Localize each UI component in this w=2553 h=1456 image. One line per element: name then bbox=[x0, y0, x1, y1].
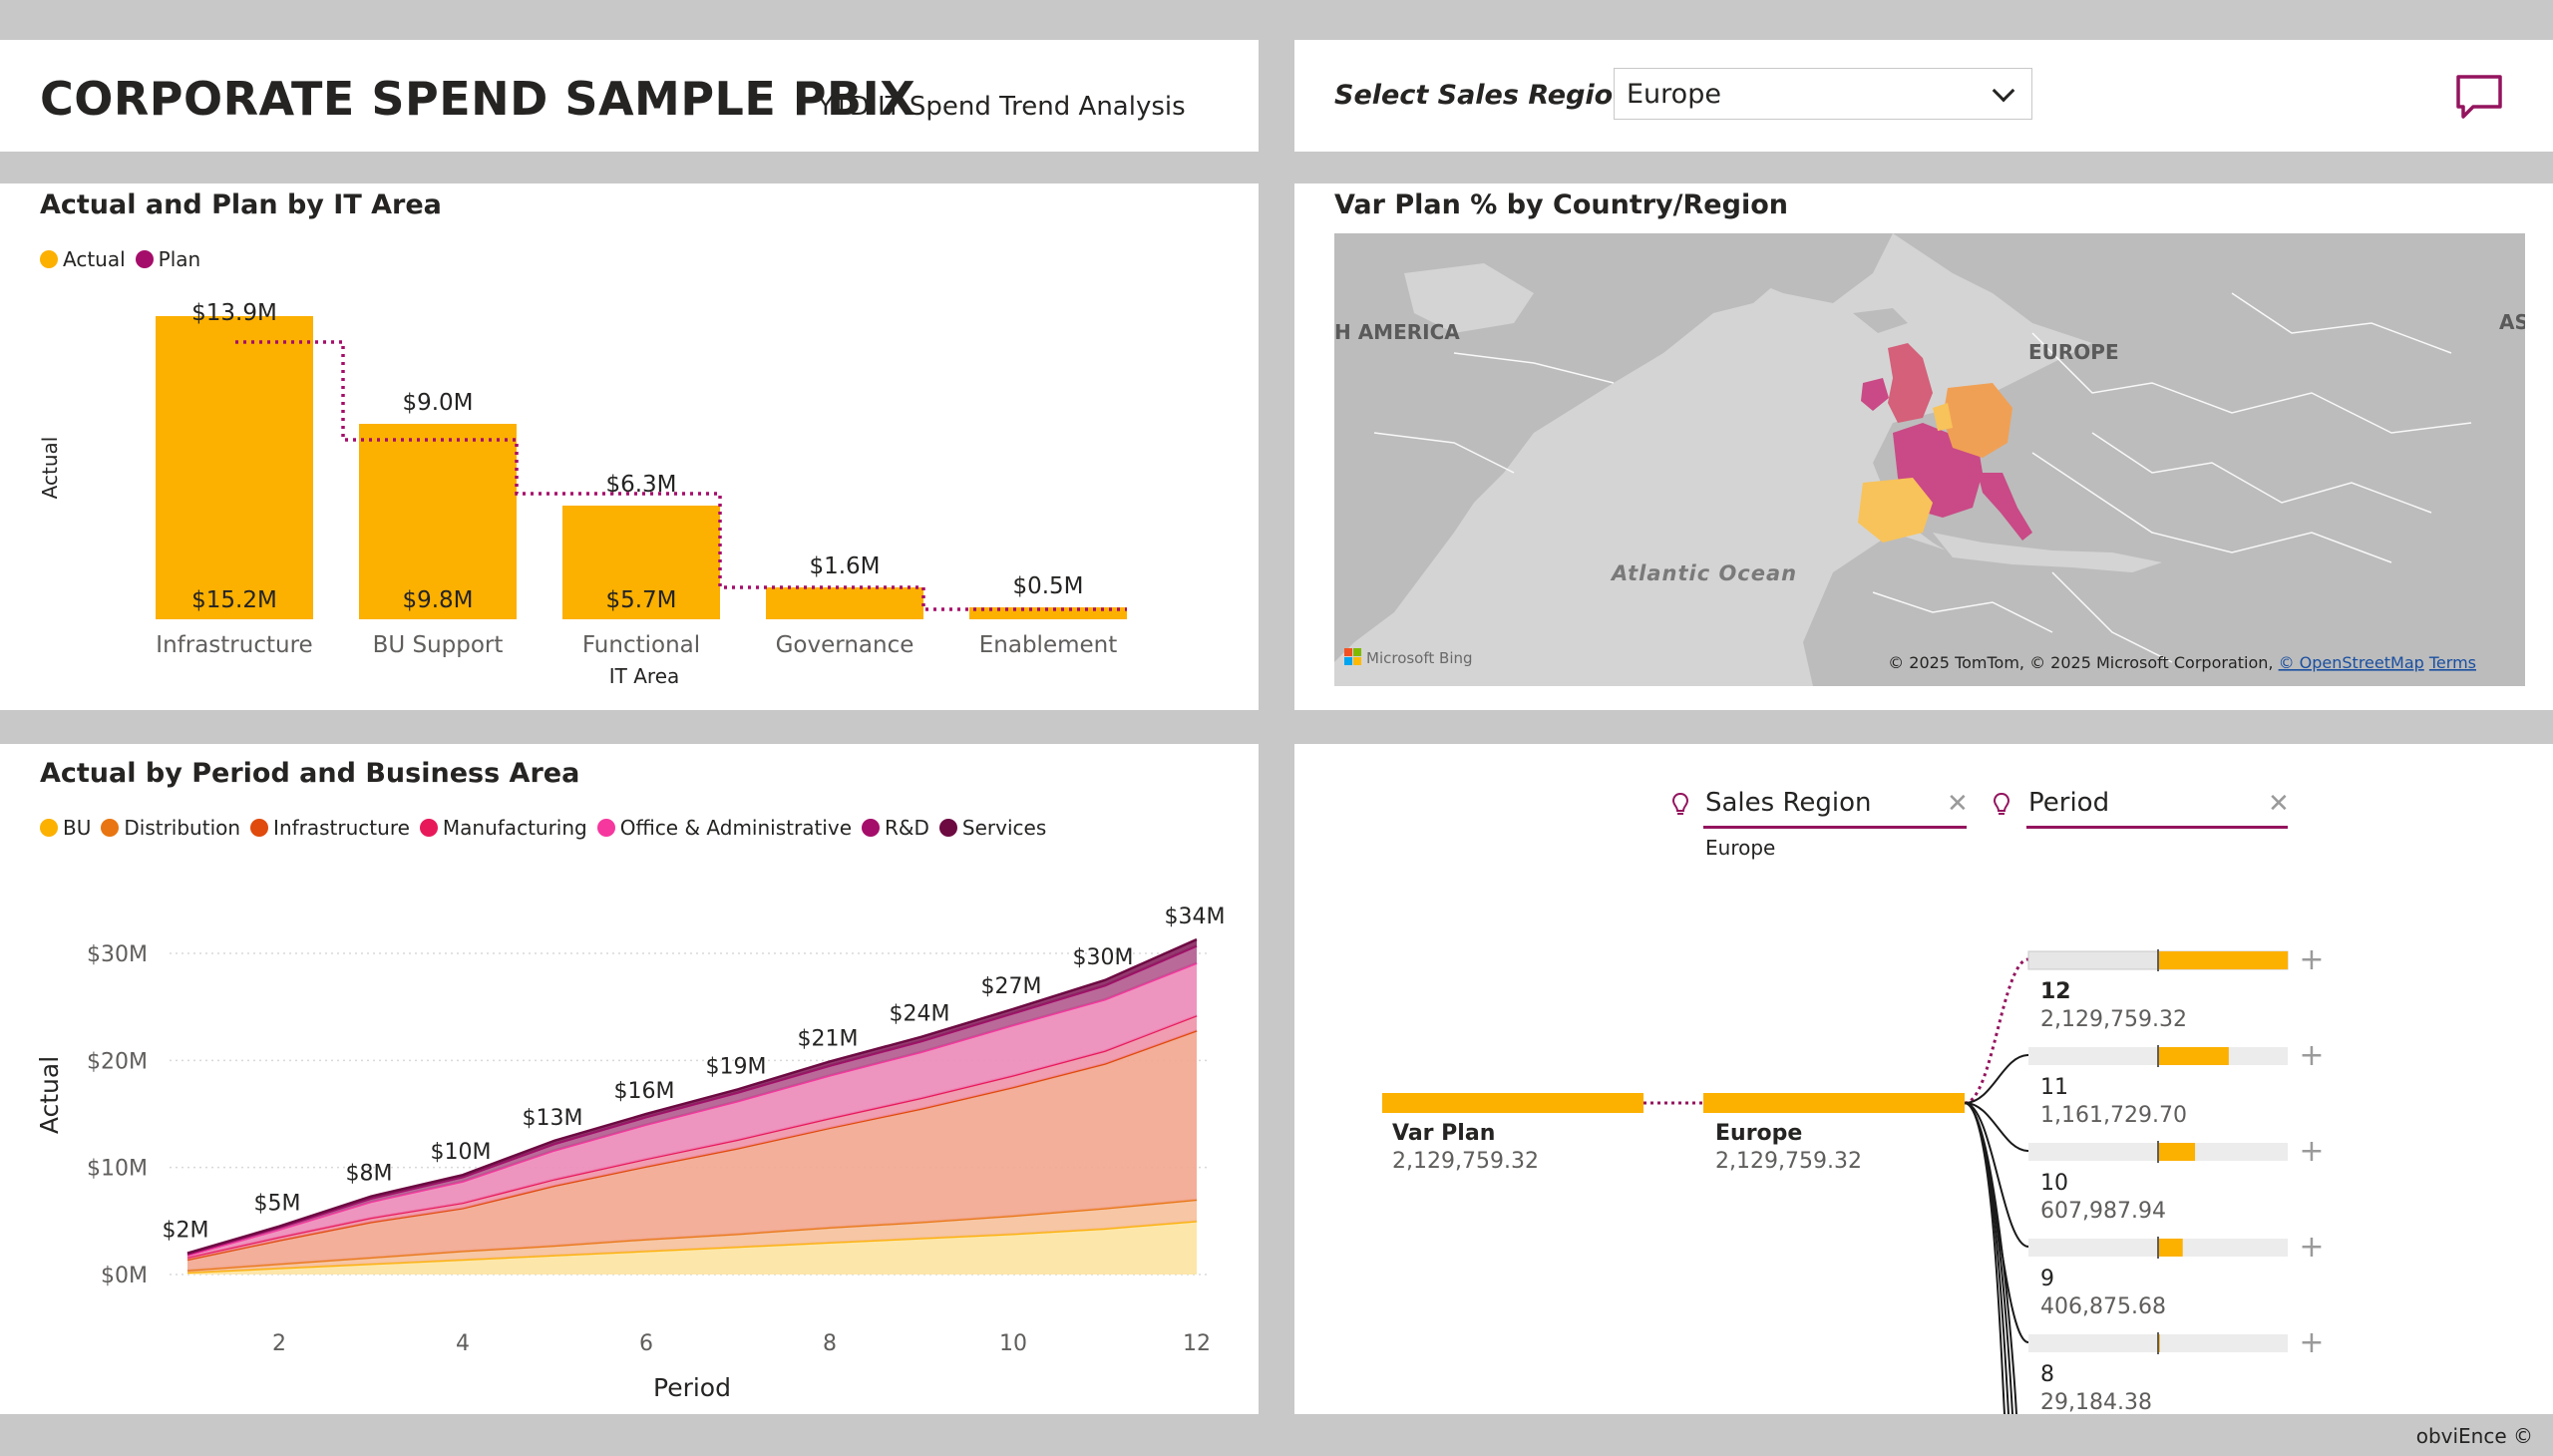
plus-icon[interactable]: + bbox=[2299, 942, 2324, 977]
comment-icon[interactable] bbox=[2455, 74, 2503, 120]
bar-plan-label-4: $0.5M bbox=[1012, 573, 1083, 599]
decomp-node-label-0: 12 bbox=[2040, 979, 2071, 1004]
decomp-root-bar[interactable] bbox=[1382, 1093, 1643, 1113]
plus-icon[interactable]: + bbox=[2299, 1134, 2324, 1169]
chevron-down-icon bbox=[1992, 79, 2015, 103]
area-total-label-8: $24M bbox=[890, 1002, 950, 1027]
svg-text:Microsoft Bing: Microsoft Bing bbox=[1366, 649, 1473, 667]
decomp-node-label-1: 11 bbox=[2040, 1075, 2068, 1100]
area-x-tick-4: 10 bbox=[999, 1331, 1027, 1356]
decomp-node-bar-3[interactable] bbox=[2158, 1239, 2183, 1257]
decomp-node-value-0: 2,129,759.32 bbox=[2040, 1007, 2187, 1032]
report-title: CORPORATE SPEND SAMPLE PBIX bbox=[40, 72, 916, 126]
area-total-label-9: $27M bbox=[981, 974, 1042, 999]
decomposition-tree-card: Sales Region ✕ Europe Period ✕ Var Plan 2… bbox=[1294, 744, 2553, 1414]
area-y-tick-3: $30M bbox=[87, 942, 148, 967]
decomposition-tree: Var Plan 2,129,759.32 Europe 2,129,759.32 +1… bbox=[1382, 942, 2325, 1414]
area-x-tick-1: 4 bbox=[456, 1331, 470, 1356]
area-y-tick-0: $0M bbox=[101, 1264, 148, 1288]
plus-icon[interactable]: + bbox=[2299, 1038, 2324, 1073]
map-label-ocean: Atlantic Ocean bbox=[1610, 561, 1797, 585]
decomp-node-label-2: 10 bbox=[2040, 1171, 2068, 1196]
area-total-label-6: $19M bbox=[706, 1054, 767, 1079]
header-card: CORPORATE SPEND SAMPLE PBIX YTD IT Spend… bbox=[0, 40, 1259, 152]
area-x-tick-3: 8 bbox=[823, 1331, 837, 1356]
bar-category-label-2: Functional bbox=[582, 632, 700, 658]
decomp-level1-bar[interactable] bbox=[1703, 1093, 1965, 1113]
footer-credit: obviEnce © bbox=[2415, 1424, 2533, 1448]
decomp-level1-label: Europe bbox=[1715, 1121, 1802, 1146]
area-total-label-1: $5M bbox=[254, 1192, 301, 1217]
area-x-tick-0: 2 bbox=[272, 1331, 286, 1356]
bar-category-label-0: Infrastructure bbox=[156, 632, 312, 658]
map-canvas[interactable]: H AMERICA EUROPE AS Atlantic Ocean Micro… bbox=[1334, 233, 2525, 686]
decomp-connector-1 bbox=[1964, 1054, 2029, 1104]
bar-category-label-1: BU Support bbox=[373, 632, 504, 658]
plus-icon[interactable]: + bbox=[2299, 1325, 2324, 1360]
bar-chart-card: Actual and Plan by IT Area Actual Plan A… bbox=[0, 183, 1259, 710]
area-y-tick-1: $10M bbox=[87, 1157, 148, 1182]
area-total-label-3: $10M bbox=[431, 1140, 492, 1165]
area-chart: $0M $10M $20M $30M 2 4 6 8 10 12 Actual Period $2M $5… bbox=[35, 905, 1226, 1402]
decomp-node-bar-1[interactable] bbox=[2158, 1047, 2229, 1065]
bar-plan-label-0: $13.9M bbox=[191, 300, 277, 326]
decomp-level1-value: 2,129,759.32 bbox=[1715, 1149, 1862, 1174]
area-total-label-10: $30M bbox=[1073, 945, 1134, 970]
decomp-node-value-4: 29,184.38 bbox=[2040, 1390, 2152, 1414]
area-total-label-0: $2M bbox=[163, 1219, 209, 1244]
decomp-node-label-4: 8 bbox=[2040, 1362, 2054, 1387]
decomp-node-bar-2[interactable] bbox=[2158, 1143, 2196, 1161]
area-total-label-4: $13M bbox=[523, 1106, 583, 1131]
sales-region-dropdown[interactable]: Europe bbox=[1614, 68, 2032, 120]
decomp-node-label-3: 9 bbox=[2040, 1267, 2054, 1291]
area-y-tick-2: $20M bbox=[87, 1049, 148, 1074]
bar-actual-label-2: $5.7M bbox=[605, 587, 676, 613]
area-x-axis-label: Period bbox=[653, 1373, 731, 1402]
decomp-root-value: 2,129,759.32 bbox=[1392, 1149, 1539, 1174]
bar-plan-label-2: $6.3M bbox=[605, 472, 676, 498]
map-title: Var Plan % by Country/Region bbox=[1334, 189, 1788, 220]
area-x-tick-2: 6 bbox=[639, 1331, 653, 1356]
bar-plan-label-1: $9.0M bbox=[402, 390, 473, 416]
area-total-label-2: $8M bbox=[346, 1162, 393, 1187]
bar-category-label-3: Governance bbox=[776, 632, 914, 658]
area-x-tick-5: 12 bbox=[1183, 1331, 1211, 1356]
bar-actual-3[interactable] bbox=[766, 587, 923, 619]
map-label-north-america: H AMERICA bbox=[1334, 320, 1460, 344]
map-svg: H AMERICA EUROPE AS Atlantic Ocean Micro… bbox=[1334, 233, 2525, 686]
area-total-label-5: $16M bbox=[614, 1079, 675, 1104]
area-y-axis-label: Actual bbox=[35, 1056, 64, 1134]
decomp-node-value-1: 1,161,729.70 bbox=[2040, 1103, 2187, 1128]
map-card: Var Plan % by Country/Region H AMERICA E… bbox=[1294, 183, 2553, 710]
area-total-label-7: $21M bbox=[798, 1026, 859, 1051]
area-chart-card: Actual by Period and Business Area BU Dis… bbox=[0, 744, 1259, 1414]
area-total-label-11: $34M bbox=[1165, 905, 1226, 929]
bar-category-label-4: Enablement bbox=[979, 632, 1118, 658]
map-label-asia: AS bbox=[2499, 310, 2525, 334]
decomp-root-label: Var Plan bbox=[1392, 1121, 1495, 1146]
report-subtitle: YTD IT Spend Trend Analysis bbox=[818, 92, 1186, 122]
decomp-node-value-3: 406,875.68 bbox=[2040, 1294, 2166, 1319]
decomp-node-bar-0[interactable] bbox=[2158, 951, 2288, 969]
decomp-node-value-2: 607,987.94 bbox=[2040, 1199, 2166, 1224]
bar-actual-label-0: $15.2M bbox=[191, 587, 277, 613]
bar-plan-label-3: $1.6M bbox=[809, 553, 880, 579]
bar-actual-0[interactable] bbox=[156, 316, 313, 619]
bar-actual-label-1: $9.8M bbox=[402, 587, 473, 613]
sales-region-label: Select Sales Region bbox=[1334, 80, 1633, 111]
bar-x-axis-label: IT Area bbox=[609, 664, 680, 688]
plus-icon[interactable]: + bbox=[2299, 1230, 2324, 1265]
filter-card: Select Sales Region Europe bbox=[1294, 40, 2553, 152]
bar-y-axis-label: Actual bbox=[38, 437, 62, 500]
bar-chart: Actual $15.2M $13.9M Infrastructure $9.8M $9.… bbox=[38, 300, 1127, 688]
map-attribution: © 2025 TomTom, © 2025 Microsoft Corporat… bbox=[1888, 653, 2476, 672]
sales-region-selected: Europe bbox=[1627, 78, 1721, 110]
map-label-europe: EUROPE bbox=[2028, 340, 2119, 364]
